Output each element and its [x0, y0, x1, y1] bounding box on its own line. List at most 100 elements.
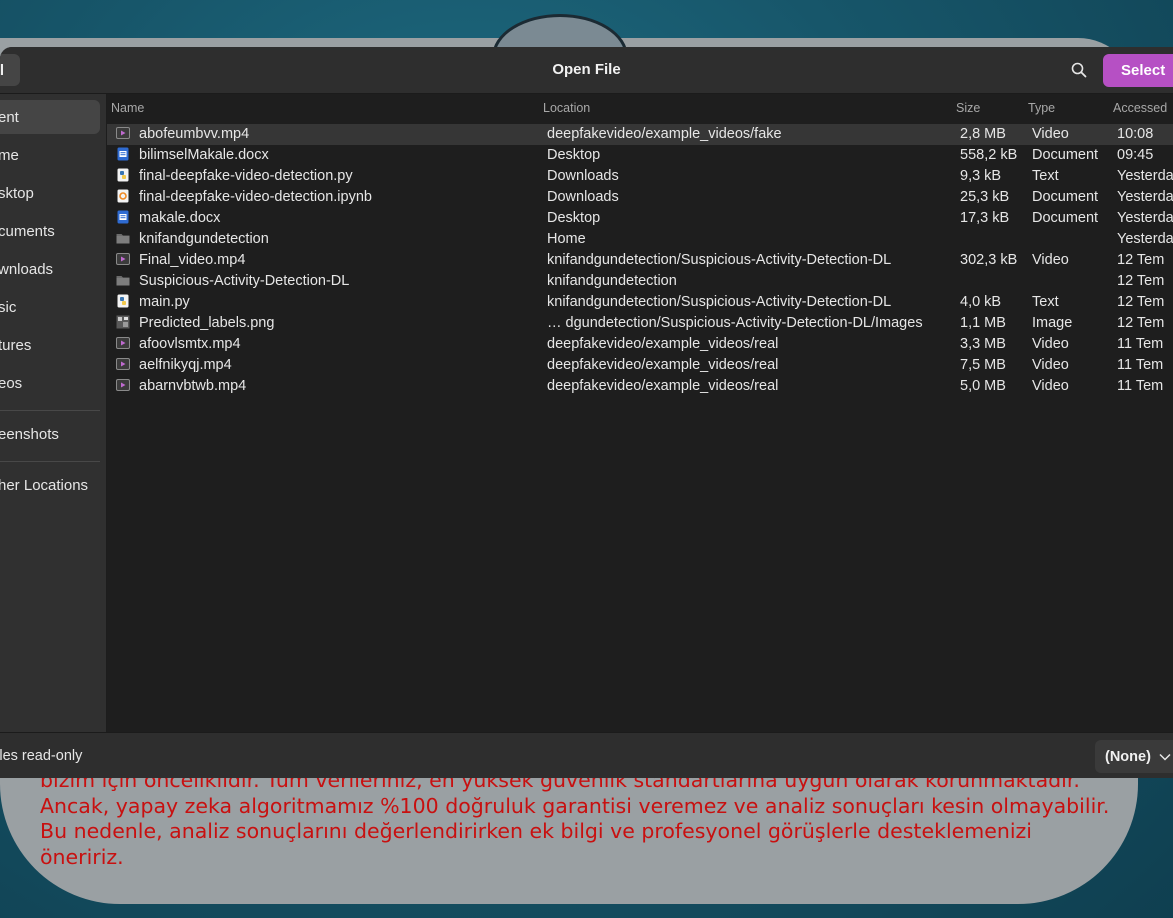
video-file-icon: [116, 378, 130, 392]
file-name: aelfnikyqj.mp4: [139, 357, 232, 373]
file-name: final-deepfake-video-detection.py: [139, 168, 353, 184]
file-location: knifandgundetection/Suspicious-Activity-…: [547, 294, 892, 310]
disclaimer-line: Ancak, yapay zeka algoritmamız %100 doğr…: [40, 793, 1110, 818]
sidebar-item-label: sic: [0, 298, 17, 316]
file-location: deepfakevideo/example_videos/real: [547, 336, 779, 352]
dialog-title: Open File: [552, 61, 621, 78]
document-file-icon: [116, 210, 130, 224]
file-location: knifandgundetection: [547, 273, 677, 289]
column-header-accessed[interactable]: Accessed: [1113, 101, 1167, 115]
dialog-footer: n files read-only (None): [0, 732, 1173, 778]
file-location: deepfakevideo/example_videos/real: [547, 378, 779, 394]
file-name: makale.docx: [139, 210, 221, 226]
file-name: abofeumbvv.mp4: [139, 126, 250, 142]
select-button[interactable]: Select: [1103, 54, 1173, 87]
file-list: Name Location Size Type Accessed abofeum…: [107, 94, 1173, 732]
sidebar-item-label: eos: [0, 374, 23, 392]
file-row[interactable]: final-deepfake-video-detection.ipynb Down…: [107, 187, 1173, 208]
file-type-filter-dropdown[interactable]: (None): [1095, 740, 1173, 773]
file-size: 1,1 MB: [960, 315, 1006, 331]
sidebar-item-recent[interactable]: ent: [0, 100, 100, 134]
sidebar-item-label: tures: [0, 336, 32, 354]
file-row[interactable]: knifandgundetection Home Yesterday: [107, 229, 1173, 250]
file-row[interactable]: bilimselMakale.docx Desktop 558,2 kB Docume…: [107, 145, 1173, 166]
open-file-dialog: l Open File Select ent me sktop cuments …: [0, 47, 1173, 778]
file-row[interactable]: main.py knifandgundetection/Suspicious-Ac…: [107, 292, 1173, 313]
sidebar-item-other-locations[interactable]: her Locations: [0, 468, 100, 502]
file-size: 302,3 kB: [960, 252, 1018, 268]
sidebar-item-screenshots[interactable]: eenshots: [0, 417, 100, 451]
file-location: deepfakevideo/example_videos/real: [547, 357, 779, 373]
file-type: Video: [1032, 126, 1069, 142]
file-location: Desktop: [547, 147, 601, 163]
sidebar-item-pictures[interactable]: tures: [0, 328, 100, 362]
column-header-size[interactable]: Size: [956, 101, 980, 115]
open-read-only-toggle[interactable]: n files read-only: [0, 748, 82, 764]
file-type: Document: [1032, 189, 1099, 205]
sidebar-item-label: me: [0, 146, 19, 164]
file-row[interactable]: abofeumbvv.mp4 deepfakevideo/example_vide…: [107, 124, 1173, 145]
file-row[interactable]: Predicted_labels.png … dgundetection/Susp…: [107, 313, 1173, 334]
document-file-icon: [116, 147, 130, 161]
sidebar-item-videos[interactable]: eos: [0, 366, 100, 400]
file-location: Desktop: [547, 210, 601, 226]
file-location: deepfakevideo/example_videos/fake: [547, 126, 782, 142]
disclaimer-line: öneririz.: [40, 844, 124, 869]
file-row[interactable]: Final_video.mp4 knifandgundetection/Suspi…: [107, 250, 1173, 271]
file-accessed: Yesterday: [1117, 231, 1173, 247]
file-accessed: 11 Tem: [1117, 378, 1164, 394]
file-name: knifandgundetection: [139, 231, 269, 247]
file-accessed: 12 Tem: [1117, 294, 1165, 310]
file-row[interactable]: makale.docx Desktop 17,3 kB Document Yesterd…: [107, 208, 1173, 229]
video-file-icon: [116, 252, 130, 266]
sidebar-item-downloads[interactable]: wnloads: [0, 252, 100, 286]
file-name: abarnvbtwb.mp4: [139, 378, 247, 394]
file-type: Text: [1032, 294, 1059, 310]
file-type: Video: [1032, 378, 1069, 394]
file-name: final-deepfake-video-detection.ipynb: [139, 189, 372, 205]
column-header-location[interactable]: Location: [543, 101, 590, 115]
file-list-header: Name Location Size Type Accessed: [107, 94, 1173, 124]
video-file-icon: [116, 357, 130, 371]
sidebar-item-home[interactable]: me: [0, 138, 100, 172]
file-type: Video: [1032, 357, 1069, 373]
column-header-name[interactable]: Name: [111, 101, 144, 115]
sidebar-item-music[interactable]: sic: [0, 290, 100, 324]
file-name: afoovlsmtx.mp4: [139, 336, 241, 352]
file-name: main.py: [139, 294, 190, 310]
sidebar-item-documents[interactable]: cuments: [0, 214, 100, 248]
file-name: Suspicious-Activity-Detection-DL: [139, 273, 350, 289]
search-icon: [1071, 62, 1087, 78]
image-file-icon: [116, 315, 130, 329]
file-accessed: 12 Tem: [1117, 273, 1165, 289]
file-name: Final_video.mp4: [139, 252, 246, 268]
file-row[interactable]: aelfnikyqj.mp4 deepfakevideo/example_vide…: [107, 355, 1173, 376]
file-row[interactable]: abarnvbtwb.mp4 deepfakevideo/example_vide…: [107, 376, 1173, 397]
folder-icon: [116, 273, 130, 287]
file-accessed: Yesterday: [1117, 168, 1173, 184]
disclaimer-line: Bu nedenle, analiz sonuçlarını değerlend…: [40, 819, 1032, 843]
file-size: 5,0 MB: [960, 378, 1006, 394]
file-name: bilimselMakale.docx: [139, 147, 269, 163]
file-location: … dgundetection/Suspicious-Activity-Dete…: [547, 315, 923, 331]
file-accessed: 11 Tem: [1117, 357, 1164, 373]
file-row[interactable]: final-deepfake-video-detection.py Downloa…: [107, 166, 1173, 187]
background-disclaimer-text: bizim için önceliklidir. Tüm verileriniz…: [40, 768, 1110, 870]
file-location: Downloads: [547, 168, 619, 184]
file-row[interactable]: Suspicious-Activity-Detection-DL knifandg…: [107, 271, 1173, 292]
file-type: Video: [1032, 252, 1069, 268]
video-file-icon: [116, 336, 130, 350]
column-header-type[interactable]: Type: [1028, 101, 1055, 115]
file-size: 9,3 kB: [960, 168, 1002, 184]
file-location: Home: [547, 231, 586, 247]
file-type: Image: [1032, 315, 1073, 331]
file-size: 4,0 kB: [960, 294, 1002, 310]
file-type: Document: [1032, 210, 1099, 226]
sidebar-item-desktop[interactable]: sktop: [0, 176, 100, 210]
search-button[interactable]: [1064, 55, 1094, 85]
sidebar-item-label: ent: [0, 108, 19, 126]
file-accessed: 09:45: [1117, 147, 1154, 163]
file-accessed: Yesterday: [1117, 210, 1173, 226]
file-row[interactable]: afoovlsmtx.mp4 deepfakevideo/example_vide…: [107, 334, 1173, 355]
file-accessed: 12 Tem: [1117, 252, 1165, 268]
